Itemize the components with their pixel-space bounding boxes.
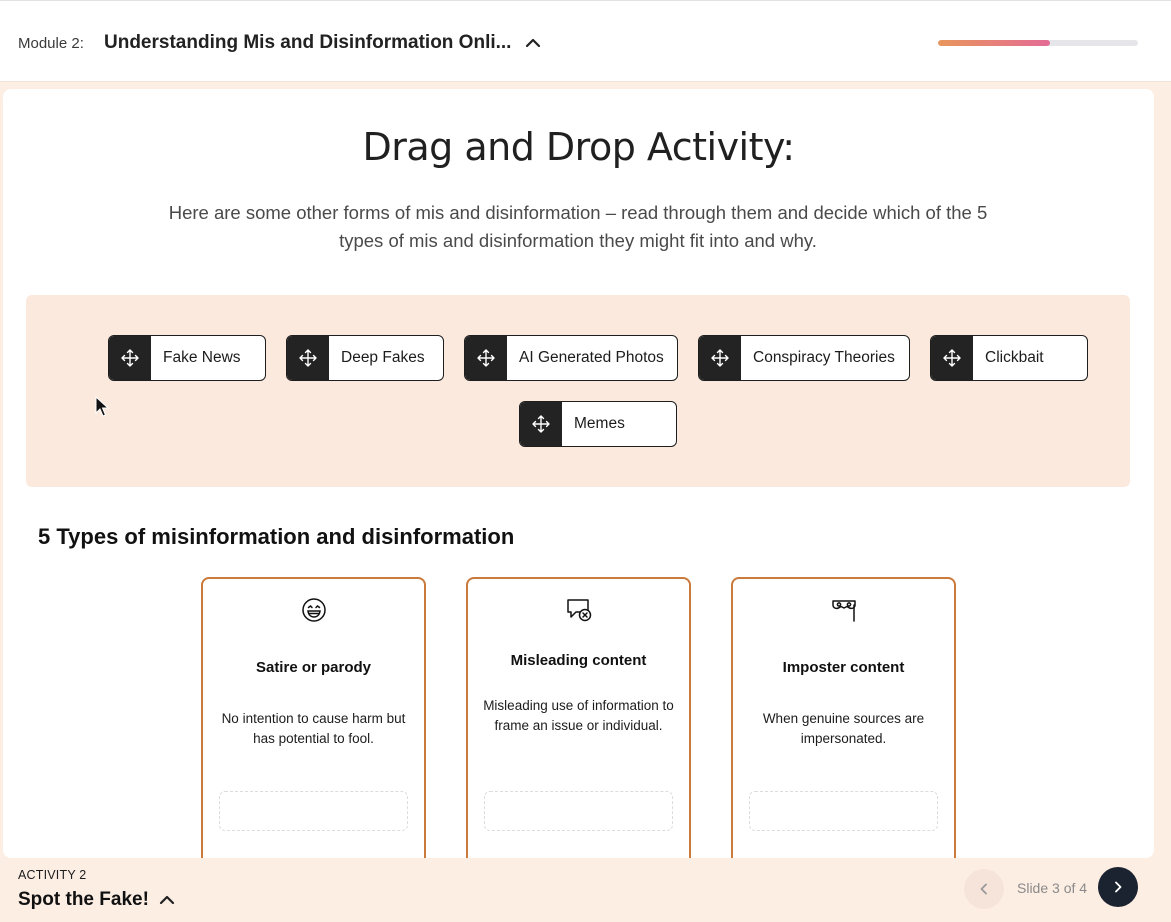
type-card-imposter-content: Imposter content When genuine sources ar… [731, 577, 956, 858]
drag-items-zone: Fake News Deep Fakes AI Generated Photos… [26, 295, 1130, 487]
module-header: Module 2: Understanding Mis and Disinfor… [0, 0, 1171, 82]
progress-fill [938, 40, 1050, 46]
chip-label: AI Generated Photos [519, 349, 664, 366]
type-card-satire-or-parody: Satire or parody No intention to cause h… [201, 577, 426, 858]
drag-chip-ai-generated-photos[interactable]: AI Generated Photos [464, 335, 678, 381]
drag-chip-memes[interactable]: Memes [519, 401, 677, 447]
chip-label: Deep Fakes [341, 349, 425, 366]
drag-chip-clickbait[interactable]: Clickbait [930, 335, 1088, 381]
module-title[interactable]: Understanding Mis and Disinformation Onl… [104, 32, 511, 54]
drop-slot[interactable] [219, 791, 408, 831]
move-icon[interactable] [287, 336, 329, 380]
card-title: Misleading content [510, 652, 647, 669]
chevron-right-icon [1115, 881, 1122, 893]
chip-label: Clickbait [985, 349, 1044, 366]
chevron-up-icon[interactable] [522, 32, 544, 54]
activity-title: Drag and Drop Activity: [362, 125, 795, 169]
drag-chip-deep-fakes[interactable]: Deep Fakes [286, 335, 444, 381]
move-icon[interactable] [699, 336, 741, 380]
chip-label: Fake News [163, 349, 241, 366]
slide-content: Drag and Drop Activity: Here are some ot… [3, 89, 1154, 858]
drag-chip-conspiracy-theories[interactable]: Conspiracy Theories [698, 335, 910, 381]
laughing-face-icon [203, 597, 424, 623]
type-card-misleading-content: Misleading content Misleading use of inf… [466, 577, 691, 858]
slide-counter: Slide 3 of 4 [1017, 880, 1088, 896]
card-title: Satire or parody [255, 659, 372, 676]
move-icon[interactable] [465, 336, 507, 380]
module-label: Module 2: [18, 35, 84, 52]
mouse-cursor-icon [95, 395, 110, 423]
card-title: Imposter content [782, 659, 905, 676]
chip-label: Conspiracy Theories [753, 349, 895, 366]
card-description: When genuine sources are impersonated. [762, 711, 925, 746]
move-icon[interactable] [520, 402, 562, 446]
card-description: No intention to cause harm but has poten… [221, 711, 406, 746]
chip-label: Memes [574, 415, 625, 432]
drag-chip-fake-news[interactable]: Fake News [108, 335, 266, 381]
drop-slot[interactable] [484, 791, 673, 831]
module-progress-bar [938, 40, 1138, 46]
activity-instructions: Here are some other forms of mis and dis… [168, 202, 988, 251]
activity-title-footer[interactable]: Spot the Fake! [18, 889, 149, 911]
activity-eyebrow: ACTIVITY 2 [18, 868, 87, 882]
mask-icon [733, 597, 954, 623]
activity-footer: ACTIVITY 2 Spot the Fake! Slide 3 of 4 [0, 858, 1171, 922]
next-slide-button[interactable] [1098, 867, 1138, 907]
move-icon[interactable] [931, 336, 973, 380]
types-section-title: 5 Types of misinformation and disinforma… [38, 524, 515, 549]
move-icon[interactable] [109, 336, 151, 380]
drop-slot[interactable] [749, 791, 938, 831]
card-description: Misleading use of information to frame a… [483, 698, 674, 733]
chevron-up-icon[interactable] [156, 889, 178, 911]
previous-slide-button[interactable] [964, 869, 1004, 909]
speech-bubble-x-icon [468, 597, 689, 623]
chevron-left-icon [980, 883, 987, 895]
